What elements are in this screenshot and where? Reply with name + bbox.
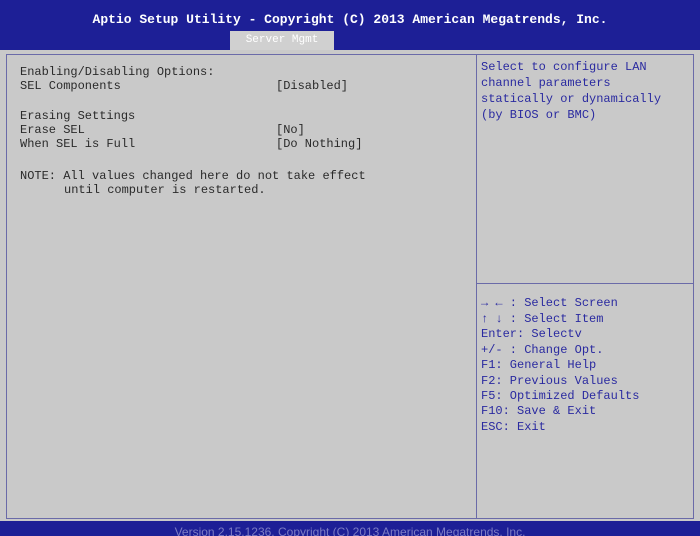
key-exit: ESC: Exit [481,420,546,434]
help-line: (by BIOS or BMC) [481,108,597,122]
note-line-2: until computer is restarted. [64,183,266,197]
app-title: Aptio Setup Utility - Copyright (C) 2013… [92,12,608,27]
erase-sel-value[interactable]: [No] [276,124,305,137]
when-sel-full-value[interactable]: [Do Nothing] [276,138,362,151]
key-enter: Enter: Selectv [481,327,582,341]
panel-divider [476,54,477,519]
sel-components-label[interactable]: SEL Components [20,80,121,93]
tab-server-mgmt[interactable]: Server Mgmt [230,31,334,50]
section-heading-enabling: Enabling/Disabling Options: [20,65,215,79]
note-line-1: NOTE: All values changed here do not tak… [20,169,366,183]
key-change-opt: +/- : Change Opt. [481,343,604,357]
key-optimized-defaults: F5: Optimized Defaults [481,389,640,403]
key-save-exit: F10: Save & Exit [481,404,597,418]
section-heading-erasing: Erasing Settings [20,109,136,123]
help-line: Select to configure LAN [481,60,647,74]
key-general-help: F1: General Help [481,358,597,372]
key-select-screen: → ← : Select Screen [481,296,618,310]
main-panel [6,54,694,519]
footer-bar: Version 2.15.1236. Copyright (C) 2013 Am… [0,521,700,536]
sel-components-value[interactable]: [Disabled] [276,80,348,93]
help-divider [477,283,694,284]
key-select-item: ↑ ↓ : Select Item [481,312,604,326]
erase-sel-label[interactable]: Erase SEL [20,124,85,137]
when-sel-full-label[interactable]: When SEL is Full [20,138,135,151]
footer-text: Version 2.15.1236. Copyright (C) 2013 Am… [174,525,526,536]
help-line: statically or dynamically [481,92,662,106]
help-line: channel parameters [481,76,611,90]
title-bar: Aptio Setup Utility - Copyright (C) 2013… [0,0,700,50]
key-previous-values: F2: Previous Values [481,374,618,388]
